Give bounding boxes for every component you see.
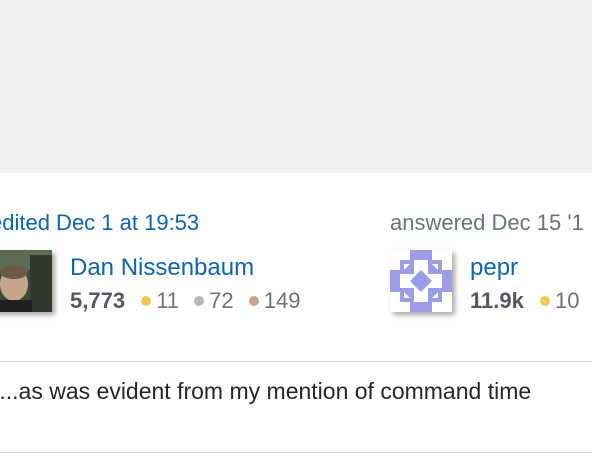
- silver-badges: 72: [194, 288, 234, 313]
- bronze-badge-icon: [248, 296, 259, 306]
- reputation-score: 11.9k: [470, 288, 524, 313]
- gold-badges: 10: [539, 288, 580, 313]
- gold-badge-icon: [539, 296, 550, 306]
- silver-badge-count: 72: [209, 288, 234, 313]
- avatar-photo: [0, 250, 52, 312]
- gold-badge-count: 11: [156, 288, 180, 313]
- user-avatar[interactable]: [390, 250, 452, 312]
- user-name-link[interactable]: Dan Nissenbaum: [70, 254, 254, 282]
- bronze-badges: 149: [248, 288, 301, 313]
- bronze-badge-count: 149: [263, 288, 301, 313]
- identicon-avatar: [390, 250, 452, 312]
- user-avatar[interactable]: [0, 250, 52, 312]
- user-reputation-line: 5,773 11 72 149: [70, 288, 309, 314]
- comment-divider: [0, 361, 592, 362]
- reputation-score: 5,773: [70, 288, 126, 313]
- question-area-background: [0, 0, 592, 173]
- user-reputation-line: 11.9k 10: [470, 288, 588, 314]
- gold-badge-icon: [141, 296, 152, 306]
- edited-timestamp-link[interactable]: edited Dec 1 at 19:53: [0, 210, 199, 236]
- answered-timestamp[interactable]: answered Dec 15 '1: [390, 210, 584, 236]
- gold-badges: 11: [141, 288, 179, 313]
- user-name-link[interactable]: pepr: [470, 254, 518, 282]
- silver-badge-icon: [194, 296, 205, 306]
- comment-bottom-divider: [0, 452, 592, 453]
- gold-badge-count: 10: [554, 288, 580, 313]
- comment-text: t...as was evident from my mention of co…: [0, 378, 532, 404]
